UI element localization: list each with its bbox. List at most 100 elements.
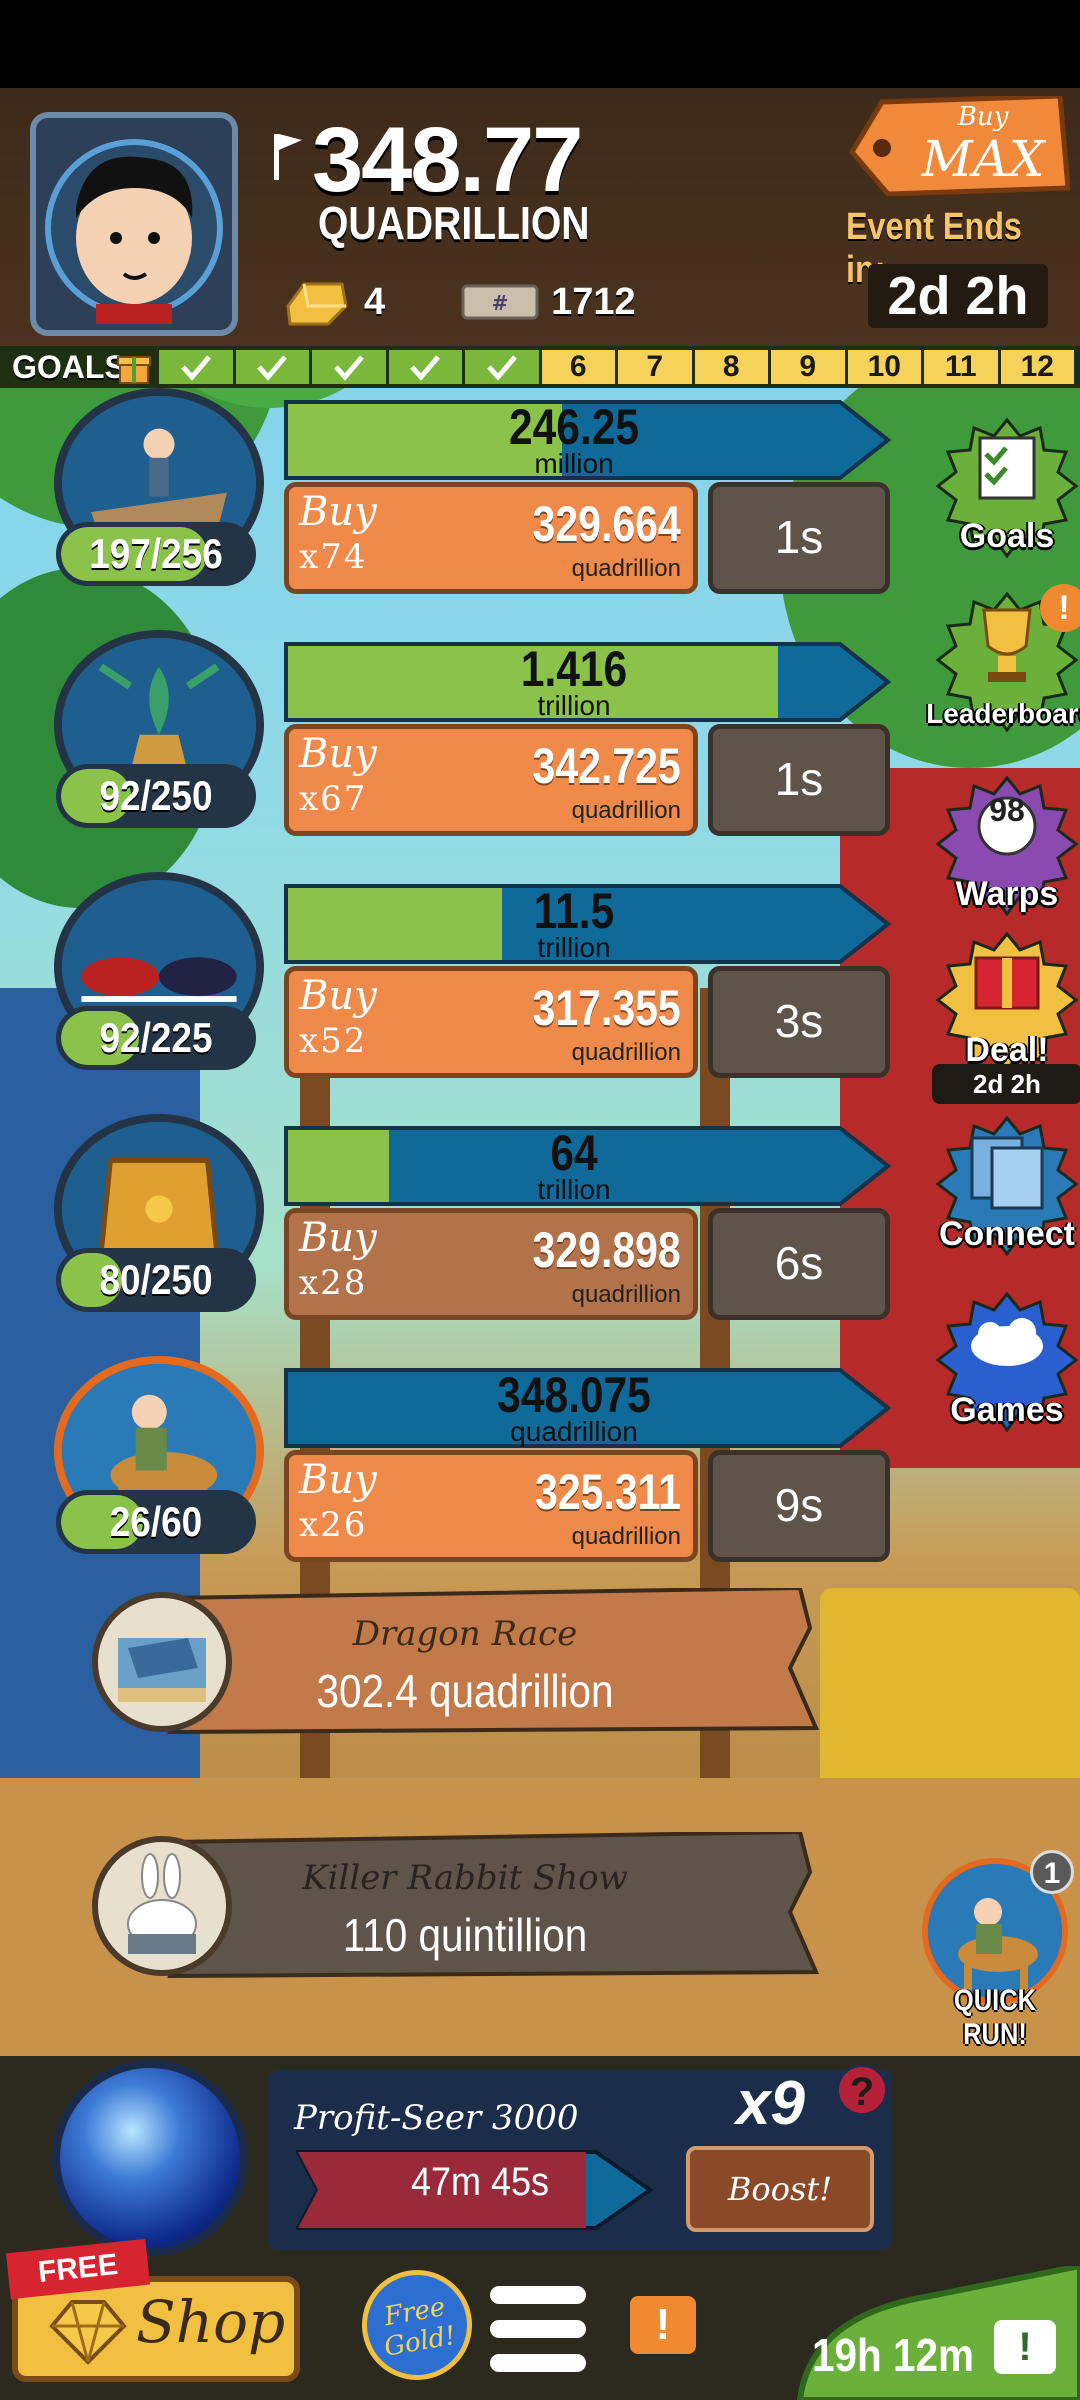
tv-icon[interactable]: ! xyxy=(994,2320,1056,2374)
alert-badge: ! xyxy=(1040,584,1080,632)
profit-progress-bar[interactable]: 11.5 trillion xyxy=(284,882,896,966)
goal-cell: 9 xyxy=(771,350,848,384)
venture-name: Dragon Race xyxy=(352,1614,578,1654)
owned-count: 92/250 xyxy=(56,764,256,828)
buy-cost: 329.664 xyxy=(532,496,681,552)
side-button-deal[interactable]: Deal! 2d 2h xyxy=(932,930,1080,1104)
alert-button[interactable]: ! xyxy=(630,2296,696,2354)
side-button-label: Games xyxy=(950,1391,1064,1429)
megabucks-icon: # xyxy=(461,284,539,320)
buy-cost: 329.898 xyxy=(532,1222,681,1278)
crystal-ball-icon[interactable] xyxy=(52,2060,248,2256)
rabbit-icon xyxy=(92,1836,232,1976)
buy-cost-unit: quadrillion xyxy=(571,1039,681,1066)
buy-button[interactable]: Buy x28 329.898 quadrillion xyxy=(284,1208,698,1320)
megabucks-count: 1712 xyxy=(551,280,636,323)
buy-max-button[interactable]: Buy MAX xyxy=(848,93,1071,197)
side-button-connect[interactable]: Connect xyxy=(934,1114,1080,1260)
goal-check-icon xyxy=(388,350,465,384)
buy-cost: 342.725 xyxy=(532,738,681,794)
venture-cost: 110 quintillion xyxy=(342,1909,588,1961)
gift-icon xyxy=(112,347,156,387)
buy-label: Buy xyxy=(299,489,377,535)
avatar[interactable] xyxy=(30,112,238,336)
reward-timer: 19h 12m xyxy=(812,2329,975,2381)
menu-icon[interactable] xyxy=(490,2286,586,2372)
owned-count-label: 92/250 xyxy=(99,772,213,819)
buy-mode-value: MAX xyxy=(921,130,1045,188)
side-button-label: Leaderboard xyxy=(926,698,1080,729)
profit-unit: trillion xyxy=(537,690,611,721)
profit-unit: trillion xyxy=(537,932,611,963)
profit-progress-bar[interactable]: 64 trillion xyxy=(284,1124,896,1208)
quick-run-label: QUICK RUN! xyxy=(953,1984,1037,2051)
venture-name: Killer Rabbit Show xyxy=(302,1858,628,1898)
boost-button[interactable]: Boost! xyxy=(686,2146,874,2232)
goal-check-icon xyxy=(235,350,312,384)
buy-label: Buy xyxy=(299,973,377,1019)
buy-cost-unit: quadrillion xyxy=(571,797,681,824)
buy-button[interactable]: Buy x26 325.311 quadrillion xyxy=(284,1450,698,1562)
side-button-games[interactable]: Games xyxy=(934,1290,1080,1436)
venture-cost: 302.4 quadrillion xyxy=(316,1665,614,1717)
owned-count: 26/60 xyxy=(56,1490,256,1554)
buy-label: Buy xyxy=(299,731,377,777)
gold-bar-icon xyxy=(286,282,348,326)
side-button-warps[interactable]: Warps 98 xyxy=(934,774,1080,920)
deal-timer: 2d 2h xyxy=(932,1064,1080,1104)
warps-count: 98 xyxy=(989,792,1025,828)
buy-quantity: x26 xyxy=(299,1505,368,1545)
cycle-timer: 6s xyxy=(708,1208,890,1320)
shop-label: Shop xyxy=(136,2288,286,2356)
buy-cost-unit: quadrillion xyxy=(571,1523,681,1550)
buy-button[interactable]: Buy x52 317.355 quadrillion xyxy=(284,966,698,1078)
owned-count-label: 92/225 xyxy=(99,1014,213,1061)
profit-progress-bar[interactable]: 1.416 trillion xyxy=(284,640,896,724)
quick-run-badge: 1 xyxy=(1030,1850,1074,1894)
owned-count-label: 80/250 xyxy=(99,1256,213,1303)
goals-track: 6 7 8 9 10 11 12 xyxy=(156,347,1080,387)
locked-venture[interactable]: Killer Rabbit Show 110 quintillion xyxy=(150,1829,870,1982)
goals-bar[interactable]: GOALS 6 7 8 9 10 11 12 xyxy=(0,346,1080,388)
buy-quantity: x52 xyxy=(299,1021,368,1061)
svg-text:#: # xyxy=(492,291,509,315)
goal-cell: 7 xyxy=(618,350,695,384)
buy-cost-unit: quadrillion xyxy=(571,555,681,582)
goal-cell: 11 xyxy=(924,350,1001,384)
gold-bars-count: 4 xyxy=(364,280,386,323)
profit-unit: quadrillion xyxy=(510,1416,638,1447)
owned-count: 92/225 xyxy=(56,1006,256,1070)
goals-label: GOALS xyxy=(12,348,126,385)
buy-label: Buy xyxy=(299,1457,377,1503)
buy-mode-top: Buy xyxy=(957,102,1009,132)
goal-check-icon xyxy=(465,350,542,384)
owned-count-label: 197/256 xyxy=(89,530,223,577)
help-button[interactable]: ? xyxy=(836,2064,888,2116)
side-button-label: Goals xyxy=(959,517,1055,555)
buy-label: Buy xyxy=(299,1215,377,1261)
goal-check-icon xyxy=(159,350,236,384)
profit-seer-name: Profit-Seer 3000 xyxy=(294,2098,579,2138)
buy-quantity: x74 xyxy=(299,537,368,577)
buy-cost: 317.355 xyxy=(532,980,681,1036)
money-unit: QUADRILLION xyxy=(318,197,590,249)
side-button-leaderboard[interactable]: Leaderboard! xyxy=(926,584,1080,736)
cycle-timer: 1s xyxy=(708,724,890,836)
profit-progress-bar[interactable]: 348.075 quadrillion xyxy=(284,1366,896,1450)
buy-button[interactable]: Buy x67 342.725 quadrillion xyxy=(284,724,698,836)
flag-icon xyxy=(274,134,302,180)
owned-count-label: 26/60 xyxy=(109,1498,203,1545)
profit-progress-bar[interactable]: 246.25 million xyxy=(284,398,896,482)
event-timer: 2d 2h xyxy=(868,264,1048,328)
owned-count: 197/256 xyxy=(56,522,256,586)
side-button-goals[interactable]: Goals xyxy=(934,416,1080,562)
buy-button[interactable]: Buy x74 329.664 quadrillion xyxy=(284,482,698,594)
goal-cell: 10 xyxy=(847,350,924,384)
profit-seer-timer: 47m 45s xyxy=(410,2160,550,2204)
buy-cost-unit: quadrillion xyxy=(571,1281,681,1308)
locked-venture[interactable]: Dragon Race 302.4 quadrillion xyxy=(150,1585,870,1738)
cycle-timer: 9s xyxy=(708,1450,890,1562)
profit-unit: million xyxy=(534,448,614,479)
goal-check-icon xyxy=(312,350,389,384)
side-button-label: Warps xyxy=(955,875,1059,913)
